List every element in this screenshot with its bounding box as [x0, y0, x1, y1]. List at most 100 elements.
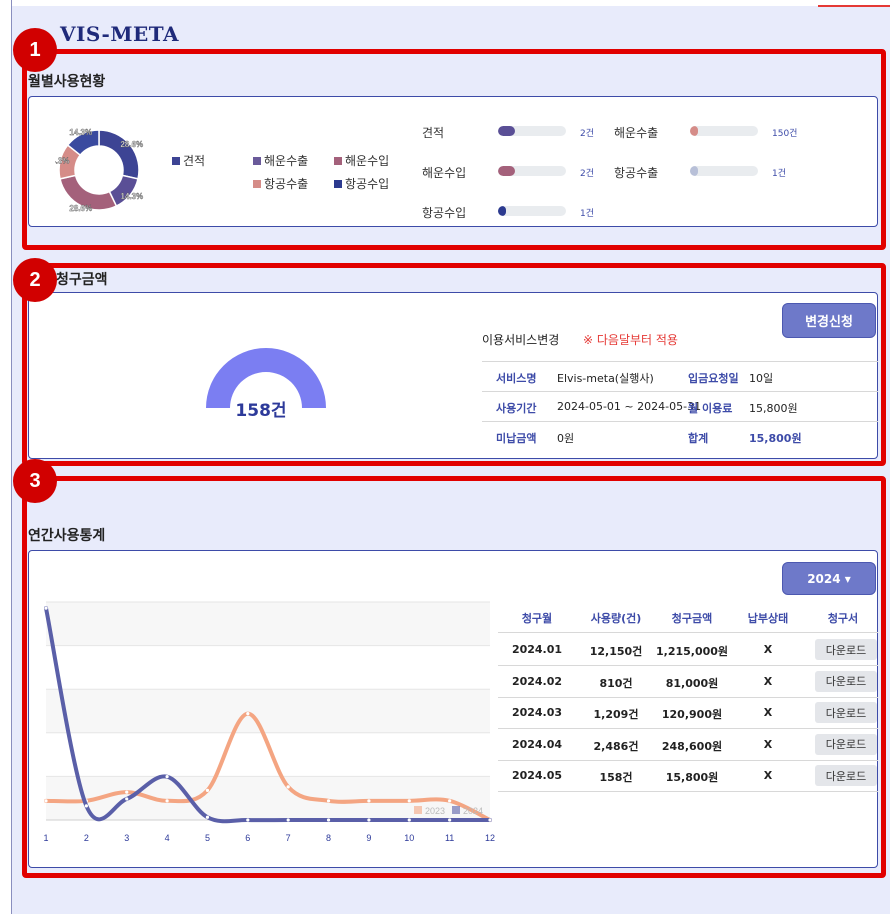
series-point-2024 [326, 818, 331, 822]
usage-donut-chart: 28.6% 14.3% 28.6% 14.3% 14.3% [55, 128, 143, 213]
brand-logo[interactable]: VIS-META [60, 22, 179, 46]
row-amount: 120,900원 [661, 708, 723, 721]
row-month: 2024.02 [511, 674, 563, 688]
usage-bar-track [690, 126, 758, 136]
usage-bar-track [498, 166, 566, 176]
info-label: 미납금액 [496, 432, 537, 445]
download-button[interactable]: 다운로드 [815, 702, 877, 723]
series-point-2024 [125, 797, 129, 801]
row-amount: 15,800원 [665, 771, 719, 784]
top-accent-line [818, 5, 890, 7]
legend-label: 견적 [183, 154, 206, 168]
series-point-2024 [407, 818, 411, 822]
legend-swatch [253, 179, 261, 188]
annotation-badge-2: 2 [13, 258, 57, 302]
usage-bar-label: 해운수출 [614, 126, 659, 140]
row-usage: 12,150건 [589, 645, 643, 658]
usage-bar-label: 항공수출 [614, 166, 659, 180]
row-usage: 158건 [599, 771, 633, 784]
x-tick-label: 9 [366, 833, 371, 843]
usage-bar-track [498, 126, 566, 136]
row-status: X [763, 643, 773, 656]
series-point-2023 [326, 799, 331, 803]
info-value: 0원 [557, 432, 575, 445]
legend-swatch [253, 156, 261, 165]
grid-band [46, 602, 490, 646]
series-point-2024 [44, 606, 48, 610]
donut-slice-label: 28.6% [120, 140, 143, 149]
series-point-2023 [448, 799, 452, 803]
usage-bar-count: 1건 [772, 169, 787, 179]
series-point-2024 [448, 818, 452, 822]
legend-item: 항공수출 [253, 175, 308, 192]
series-point-2024 [165, 775, 169, 779]
series-point-2023 [205, 788, 210, 792]
x-tick-label: 6 [245, 833, 250, 843]
series-point-2024 [205, 815, 210, 819]
download-button[interactable]: 다운로드 [815, 670, 877, 692]
service-change-label: 이용서비스변경 [482, 333, 560, 347]
usage-bar-track [498, 206, 566, 216]
donut-slice-label: 14.3% [55, 157, 69, 166]
table-divider [498, 791, 878, 792]
legend-swatch [334, 156, 342, 165]
row-month: 2024.05 [511, 769, 563, 782]
download-button[interactable]: 다운로드 [815, 733, 877, 755]
usage-bar-label: 견적 [422, 126, 445, 140]
download-button[interactable]: 다운로드 [815, 765, 877, 786]
table-header: 납부상태 [747, 612, 789, 625]
x-tick-label: 11 [445, 833, 454, 843]
section-title-billing: 청구금액 [56, 272, 108, 288]
row-month: 2024.01 [511, 643, 563, 656]
usage-bar-count: 2건 [580, 129, 595, 139]
usage-bar-track [690, 166, 758, 176]
row-month: 2024.04 [511, 737, 563, 751]
grid-band [46, 732, 490, 777]
x-tick-label: 7 [286, 833, 291, 843]
usage-bar-label: 해운수입 [422, 166, 467, 180]
x-tick-label: 4 [165, 833, 170, 843]
table-header: 청구금액 [671, 612, 713, 625]
legend-item: 해운수출 [253, 152, 308, 169]
series-point-2023 [125, 790, 129, 794]
info-value: 10일 [749, 372, 774, 385]
legend-item: 견적 [172, 152, 205, 169]
info-value: 2024-05-01 ~ 2024-05-31 [557, 400, 702, 413]
section-title-annual: 연간사용통계 [28, 528, 106, 544]
usage-bar-fill [498, 206, 507, 216]
x-tick-label: 8 [326, 833, 331, 843]
info-value: 15,800원 [749, 432, 802, 445]
grid-band [46, 689, 490, 733]
series-point-2024 [488, 818, 492, 822]
info-label: 월 이용료 [688, 402, 733, 415]
info-label: 서비스명 [496, 372, 537, 385]
usage-bar-label: 항공수입 [422, 206, 467, 220]
table-header: 사용량(건) [590, 612, 642, 625]
series-point-2023 [286, 785, 290, 789]
donut-slice [98, 129, 140, 180]
usage-bar-fill [498, 126, 515, 136]
donut-slice-label: 28.6% [69, 204, 92, 213]
table-header: 청구서 [827, 612, 859, 625]
info-value: Elvis-meta(실행사) [557, 372, 654, 385]
x-tick-label: 2 [84, 833, 89, 843]
chart-legend-swatch [414, 806, 422, 814]
usage-bar-fill [498, 166, 515, 176]
chart-legend-label: 2023 [425, 806, 445, 816]
row-amount: 1,215,000원 [656, 645, 729, 658]
section-title-monthly: 월별사용현황 [28, 74, 106, 90]
year-select-button[interactable]: 2024 ▾ [782, 562, 876, 595]
change-request-button[interactable]: 변경신청 [782, 303, 876, 338]
row-usage: 2,486건 [593, 739, 639, 753]
legend-label: 항공수입 [345, 177, 390, 191]
series-point-2024 [367, 818, 371, 822]
row-usage: 1,209건 [593, 708, 639, 721]
download-button[interactable]: 다운로드 [815, 639, 877, 660]
legend-label: 항공수출 [264, 177, 309, 191]
annotation-badge-3: 3 [13, 459, 57, 503]
usage-bar-fill [690, 126, 699, 136]
row-status: X [763, 737, 773, 751]
chart-legend-swatch [452, 806, 460, 814]
series-point-2023 [165, 799, 169, 803]
x-tick-label: 5 [205, 833, 210, 843]
